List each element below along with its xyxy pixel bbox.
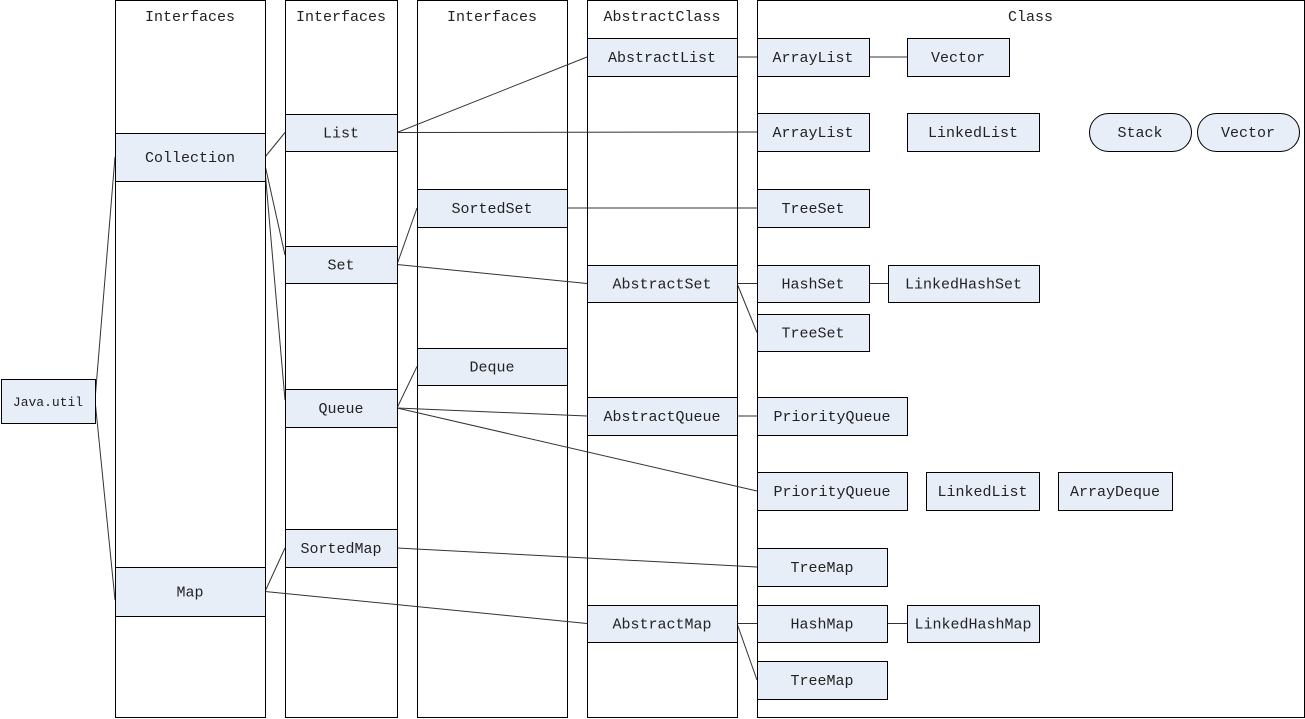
column-header: Interfaces — [296, 9, 386, 26]
node-vector1[interactable]: Vector — [907, 38, 1010, 77]
node-list[interactable]: List — [285, 114, 398, 152]
column-header: Interfaces — [145, 9, 235, 26]
node-label: Queue — [318, 401, 363, 418]
node-label: HashSet — [781, 277, 844, 294]
node-label: PriorityQueue — [773, 409, 890, 426]
column-frame — [285, 0, 398, 718]
node-label: Deque — [469, 360, 514, 377]
node-priorityqueue1[interactable]: PriorityQueue — [757, 397, 908, 436]
node-treemap1[interactable]: TreeMap — [757, 548, 888, 587]
node-abstractqueue[interactable]: AbstractQueue — [587, 397, 738, 436]
node-vector2[interactable]: Vector — [1197, 113, 1300, 152]
node-label: AbstractSet — [612, 277, 711, 294]
node-label: LinkedList — [937, 484, 1027, 501]
edge-list-arraylist2 — [396, 131, 758, 133]
node-treemap2[interactable]: TreeMap — [757, 661, 888, 700]
java-collections-diagram: Interfaces Interfaces Interfaces AbstractCl… — [1, 0, 1305, 718]
edge-map-sortedmap — [264, 547, 286, 592]
node-label: SortedMap — [300, 541, 381, 558]
node-abstractset[interactable]: AbstractSet — [587, 265, 738, 303]
node-linkedlist2[interactable]: LinkedList — [926, 472, 1040, 511]
node-hashset[interactable]: HashSet — [757, 265, 870, 303]
node-abstractmap[interactable]: AbstractMap — [587, 605, 738, 643]
node-label: Stack — [1117, 125, 1162, 142]
column-header: Class — [1008, 9, 1053, 26]
node-collection[interactable]: Collection — [115, 133, 266, 182]
node-abstractlist[interactable]: AbstractList — [587, 38, 738, 77]
edge-set-sortedset — [396, 207, 418, 265]
node-treeset1[interactable]: TreeSet — [757, 189, 870, 228]
node-label: ArrayDeque — [1070, 484, 1160, 501]
edge-queue-deque — [396, 366, 418, 409]
node-label: LinkedHashSet — [905, 277, 1022, 294]
node-sortedset[interactable]: SortedSet — [417, 189, 568, 228]
node-label: ArrayList — [772, 50, 853, 67]
node-linkedlist1[interactable]: LinkedList — [907, 113, 1040, 152]
node-label: Vector — [931, 50, 985, 67]
node-label: List — [323, 126, 359, 143]
node-arraylist1[interactable]: ArrayList — [757, 38, 870, 77]
edge-java-collection — [94, 156, 116, 401]
column-header: Interfaces — [447, 9, 537, 26]
node-label: TreeSet — [781, 326, 844, 343]
node-label: Set — [327, 258, 354, 275]
node-hashmap[interactable]: HashMap — [757, 605, 888, 643]
edge-abstractmap-treemap2 — [736, 623, 758, 681]
node-label: TreeMap — [790, 560, 853, 577]
node-treeset2[interactable]: TreeSet — [757, 314, 870, 352]
edge-collection-queue — [264, 169, 286, 401]
edge-abstractset-treeset2 — [736, 283, 758, 333]
node-priorityqueue2[interactable]: PriorityQueue — [757, 472, 908, 511]
edge-java-map — [94, 399, 116, 601]
node-linkedhashmap[interactable]: LinkedHashMap — [907, 605, 1040, 643]
node-label: AbstractList — [608, 50, 716, 67]
node-label: AbstractMap — [612, 617, 711, 634]
column-header: AbstractClass — [603, 9, 720, 26]
node-label: AbstractQueue — [603, 409, 720, 426]
node-label: Map — [176, 585, 203, 602]
node-label: TreeMap — [790, 673, 853, 690]
node-arraylist2[interactable]: ArrayList — [757, 113, 870, 152]
node-linkedhashset[interactable]: LinkedHashSet — [888, 265, 1040, 303]
node-label: LinkedList — [928, 125, 1018, 142]
node-label: Collection — [145, 150, 235, 167]
node-label: SortedSet — [451, 201, 532, 218]
node-java[interactable]: Java.util — [1, 379, 96, 424]
node-arraydeque[interactable]: ArrayDeque — [1058, 472, 1173, 511]
node-sortedmap[interactable]: SortedMap — [285, 529, 398, 568]
node-label: TreeSet — [781, 201, 844, 218]
node-label: Java.util — [13, 395, 83, 410]
node-label: ArrayList — [772, 125, 853, 142]
node-label: Vector — [1221, 125, 1275, 142]
node-label: HashMap — [790, 617, 853, 634]
node-deque[interactable]: Deque — [417, 348, 568, 386]
edge-collection-list — [264, 132, 286, 158]
node-queue[interactable]: Queue — [285, 389, 398, 428]
node-map[interactable]: Map — [115, 567, 266, 617]
node-set[interactable]: Set — [285, 246, 398, 284]
node-stack[interactable]: Stack — [1089, 113, 1192, 152]
node-label: PriorityQueue — [773, 484, 890, 501]
node-label: LinkedHashMap — [914, 617, 1031, 634]
column-col2: Interfaces — [285, 0, 398, 718]
